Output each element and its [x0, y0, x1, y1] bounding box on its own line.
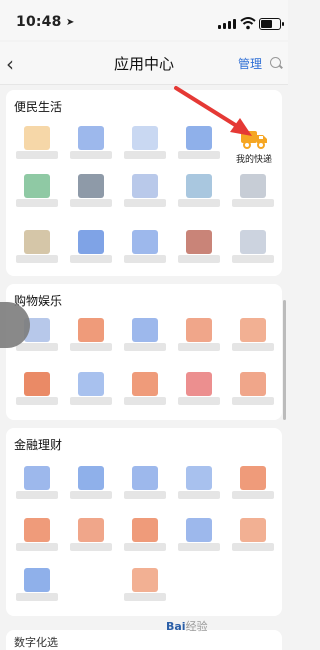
nav-bar: ‹ 应用中心 管理	[0, 42, 288, 85]
app-tile-my-delivery[interactable]: 我的快递	[232, 128, 276, 170]
app-tile[interactable]	[66, 126, 116, 160]
search-icon[interactable]	[270, 57, 281, 68]
app-tile[interactable]	[12, 568, 62, 602]
app-tile[interactable]	[174, 518, 224, 552]
app-tile[interactable]	[120, 518, 170, 552]
section-card-jinrong: 金融理财	[6, 428, 282, 616]
app-tile[interactable]	[12, 126, 62, 160]
app-tile[interactable]	[66, 174, 116, 208]
section-title: 数字化选	[14, 636, 58, 649]
app-tile[interactable]	[120, 230, 170, 264]
app-tile[interactable]	[228, 466, 278, 500]
app-tile[interactable]	[120, 126, 170, 160]
app-tile[interactable]	[12, 372, 62, 406]
section-card-gouwu: 购物娱乐	[6, 284, 282, 420]
delivery-truck-icon	[241, 131, 267, 149]
app-tile[interactable]	[12, 230, 62, 264]
manage-button[interactable]: 管理	[238, 55, 262, 72]
status-time: 10:48	[16, 14, 62, 30]
watermark: Bai经验	[166, 620, 208, 633]
app-tile[interactable]	[120, 372, 170, 406]
app-tile[interactable]	[174, 230, 224, 264]
app-tile[interactable]	[228, 318, 278, 352]
section-card-bianmin: 便民生活	[6, 90, 282, 276]
app-tile[interactable]	[66, 466, 116, 500]
app-tile[interactable]	[228, 230, 278, 264]
wifi-icon	[240, 17, 256, 30]
app-tile[interactable]	[174, 372, 224, 406]
app-tile[interactable]	[120, 174, 170, 208]
app-tile[interactable]	[66, 230, 116, 264]
app-tile[interactable]	[120, 318, 170, 352]
app-tile[interactable]	[12, 174, 62, 208]
section-card-next: 数字化选	[6, 630, 282, 650]
app-tile[interactable]	[12, 466, 62, 500]
app-tile[interactable]	[174, 318, 224, 352]
location-arrow-icon: ➤	[66, 17, 75, 28]
status-bar: 10:48 ➤	[0, 0, 288, 40]
app-tile[interactable]	[174, 174, 224, 208]
app-tile[interactable]	[120, 466, 170, 500]
app-tile[interactable]	[174, 126, 224, 160]
app-tile[interactable]	[66, 518, 116, 552]
app-tile[interactable]	[120, 568, 170, 602]
app-tile[interactable]	[12, 518, 62, 552]
app-tile[interactable]	[228, 174, 278, 208]
scrollbar[interactable]	[283, 300, 286, 420]
section-title: 便民生活	[14, 100, 63, 114]
app-tile[interactable]	[66, 318, 116, 352]
app-label: 我的快递	[235, 155, 272, 165]
app-tile[interactable]	[228, 372, 278, 406]
section-title: 金融理财	[14, 438, 63, 452]
battery-icon	[259, 18, 284, 30]
app-tile[interactable]	[66, 372, 116, 406]
cellular-signal-icon	[218, 19, 236, 29]
app-tile[interactable]	[228, 518, 278, 552]
app-tile[interactable]	[174, 466, 224, 500]
